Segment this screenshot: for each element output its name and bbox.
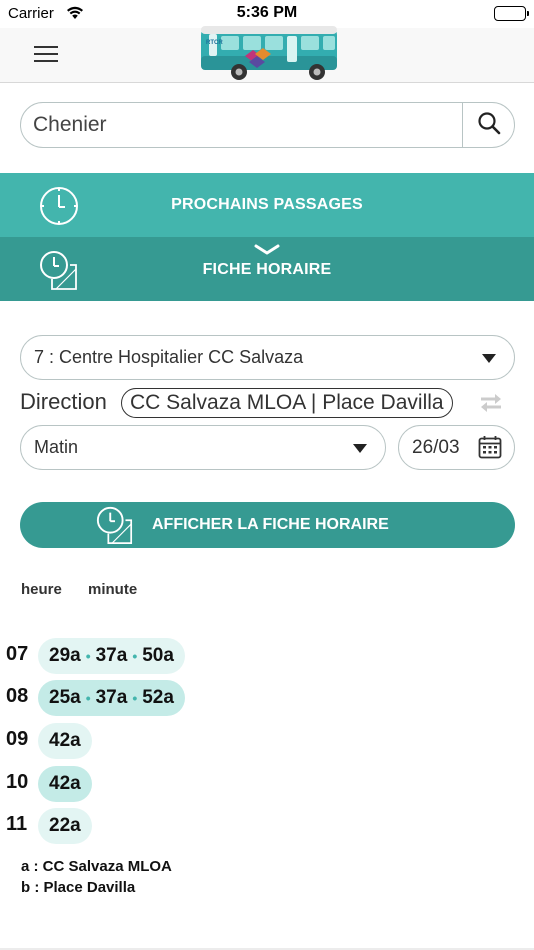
hour-label: 07 — [6, 643, 29, 665]
minute-entry[interactable]: 25a — [46, 687, 84, 709]
show-timetable-button[interactable]: AFFICHER LA FICHE HORAIRE — [20, 502, 515, 548]
battery-icon — [494, 6, 529, 21]
hour-label: 09 — [6, 728, 29, 750]
minute-entry[interactable]: 50a — [139, 645, 177, 667]
search-icon — [477, 111, 501, 140]
hour-label: 11 — [6, 813, 28, 835]
bus-logo: RTCR — [195, 24, 343, 89]
tab-next-departures-label: PROCHAINS PASSAGES — [171, 196, 363, 213]
hour-label: 08 — [6, 685, 29, 707]
minutes-pill: 42a — [38, 766, 92, 802]
nav-bar: RTCR — [0, 26, 534, 83]
swap-direction-icon[interactable] — [477, 391, 505, 420]
minute-column-header: minute — [88, 581, 138, 598]
line-select-value: 7 : Centre Hospitalier CC Salvaza — [34, 347, 304, 367]
period-select-value: Matin — [34, 437, 79, 457]
search-input[interactable] — [33, 103, 453, 147]
chevron-down-icon — [254, 243, 280, 261]
separator-dot: • — [132, 648, 138, 664]
minute-entry[interactable]: 29a — [46, 645, 84, 667]
hamburger-menu-icon[interactable] — [34, 46, 58, 64]
tab-next-departures[interactable]: PROCHAINS PASSAGES — [0, 173, 534, 237]
svg-text:RTCR: RTCR — [206, 40, 223, 46]
chevron-down-icon — [353, 444, 367, 453]
minute-entry[interactable]: 37a — [93, 687, 131, 709]
chevron-down-icon — [482, 354, 496, 363]
tab-timetable-label: FICHE HORAIRE — [202, 261, 332, 278]
minute-entry[interactable]: 22a — [46, 815, 84, 837]
minutes-pill: 29a • 37a • 50a — [38, 638, 185, 674]
date-field[interactable]: 26/03 — [398, 425, 515, 470]
direction-value[interactable]: CC Salvaza MLOA | Place Davilla — [121, 388, 453, 418]
legend-item: a : CC Salvaza MLOA — [21, 858, 172, 875]
period-select[interactable]: Matin — [20, 425, 386, 470]
separator-dot: • — [85, 690, 91, 706]
hour-label: 10 — [6, 771, 29, 793]
minute-entry[interactable]: 52a — [139, 687, 177, 709]
minutes-pill: 22a — [38, 808, 92, 844]
search-bar — [20, 102, 515, 148]
minute-entry[interactable]: 42a — [46, 773, 84, 795]
tab-timetable[interactable]: FICHE HORAIRE — [0, 237, 534, 301]
separator-dot: • — [132, 690, 138, 706]
minutes-pill: 25a • 37a • 52a — [38, 680, 185, 716]
minute-entry[interactable]: 42a — [46, 730, 84, 752]
clock: 5:36 PM — [236, 4, 298, 21]
calendar-icon — [478, 435, 502, 464]
hour-column-header: heure — [21, 581, 62, 598]
date-value: 26/03 — [412, 437, 460, 458]
separator-dot: • — [85, 648, 91, 664]
legend-item: b : Place Davilla — [21, 879, 136, 896]
direction-label: Direction — [20, 389, 107, 414]
line-select[interactable]: 7 : Centre Hospitalier CC Salvaza — [20, 335, 515, 380]
timetable-clock-icon — [95, 504, 135, 551]
show-timetable-label: AFFICHER LA FICHE HORAIRE — [152, 516, 389, 533]
minutes-pill: 42a — [38, 723, 92, 759]
minute-entry[interactable]: 37a — [93, 645, 131, 667]
search-button[interactable] — [462, 103, 514, 147]
